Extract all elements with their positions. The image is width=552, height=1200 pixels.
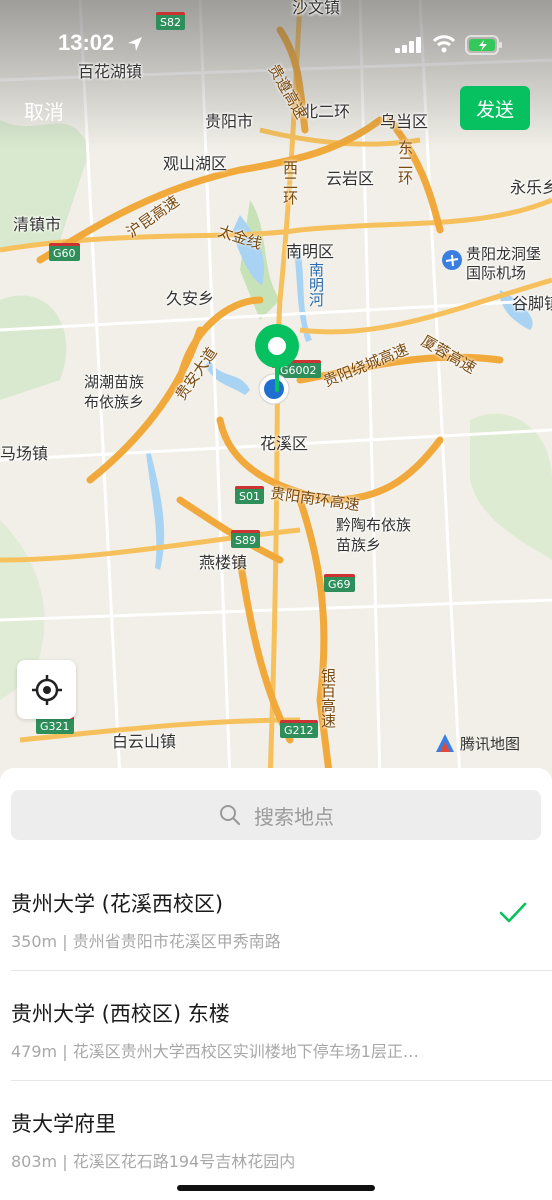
divider: [11, 1080, 552, 1081]
send-button[interactable]: 发送: [460, 86, 530, 130]
brand-label: 腾讯地图: [460, 734, 521, 753]
divider: [11, 970, 552, 971]
place-shawen: 沙文镇: [292, 0, 341, 17]
result-address: 479m | 花溪区贵州大学西校区实训楼地下停车场1层正…: [11, 1042, 419, 1061]
cancel-button[interactable]: 取消: [24, 96, 64, 125]
list-item[interactable]: 贵州大学 (花溪西校区) 350m | 贵州省贵阳市花溪区甲秀南路: [0, 888, 552, 998]
place-huaxi: 花溪区: [260, 434, 309, 453]
place-baiyunshan: 白云山镇: [112, 732, 177, 751]
status-time: 13:02: [58, 30, 115, 55]
result-address: 803m | 花溪区花石路194号吉林花园内: [11, 1152, 296, 1171]
road-dongerhuan: 东二环: [396, 140, 414, 185]
home-indicator: [177, 1185, 375, 1191]
search-placeholder: 搜索地点: [254, 804, 334, 829]
result-address: 350m | 贵州省贵阳市花溪区甲秀南路: [11, 932, 281, 951]
airport-icon: [442, 250, 462, 270]
place-jiuan: 久安乡: [166, 289, 215, 308]
shield-g69: G69: [324, 574, 355, 592]
place-nanming: 南明区: [286, 242, 335, 261]
result-name: 贵大学府里: [11, 1112, 116, 1136]
result-name: 贵州大学 (花溪西校区): [11, 892, 224, 916]
river-label: 南明河: [307, 262, 325, 307]
locate-me-button[interactable]: [17, 660, 76, 719]
search-icon: [220, 805, 241, 826]
road-xierhuan: 西二环: [281, 160, 299, 205]
place-gujiao: 谷脚镇: [512, 294, 552, 313]
shield-g212: G212: [280, 720, 318, 738]
crosshair-icon: [31, 674, 62, 705]
place-huchao: 湖潮苗族 布依族乡: [84, 373, 145, 411]
road-yinbai: 银百高速: [319, 668, 337, 728]
status-bar: 13:02: [0, 28, 552, 62]
place-yanlou: 燕楼镇: [199, 553, 248, 572]
result-name: 贵州大学 (西校区) 东楼: [11, 1002, 230, 1026]
place-airport: 贵阳龙洞堡 国际机场: [466, 245, 542, 282]
place-machang: 马场镇: [0, 444, 49, 463]
place-yunyan: 云岩区: [326, 169, 375, 188]
map-brand: 腾讯地图: [434, 732, 520, 754]
place-qiantao: 黔陶布依族 苗族乡: [336, 516, 412, 554]
cellular-signal-icon: [395, 37, 421, 53]
search-input[interactable]: 搜索地点: [11, 790, 541, 840]
list-item[interactable]: 贵州大学 (西校区) 东楼 479m | 花溪区贵州大学西校区实训楼地下停车场1…: [0, 998, 552, 1108]
place-guiyang: 贵阳市: [205, 112, 254, 131]
place-guanshanhu: 观山湖区: [163, 154, 228, 173]
battery-icon: [465, 35, 502, 55]
place-wudang: 乌当区: [380, 112, 429, 131]
location-arrow-icon: [128, 37, 142, 51]
shield-s89: S89: [231, 530, 260, 548]
place-qingzhen: 清镇市: [13, 215, 62, 234]
wifi-icon: [432, 35, 456, 53]
tencent-map-logo-icon: [436, 734, 454, 752]
checkmark-icon: [499, 902, 527, 923]
shield-s01: S01: [235, 486, 264, 504]
shield-g60: G60: [49, 243, 80, 261]
location-sheet: 搜索地点 贵州大学 (花溪西校区) 350m | 贵州省贵阳市花溪区甲秀南路 贵…: [0, 768, 552, 1200]
place-yongle: 永乐乡: [510, 178, 552, 197]
location-pin-icon: [255, 324, 299, 392]
